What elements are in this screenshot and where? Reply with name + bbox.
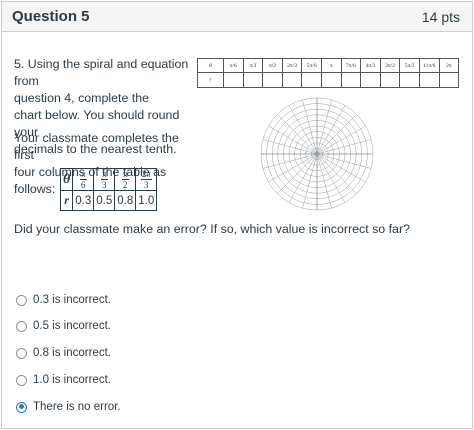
answer-option-5[interactable]: There is no error.	[16, 399, 121, 415]
polar-spoke	[316, 105, 346, 155]
polar-spoke	[316, 99, 332, 155]
chart-cell	[438, 72, 460, 88]
chart-col-header: 4π/3	[360, 58, 381, 73]
answer-label: 1.0 is incorrect.	[33, 374, 111, 386]
chart-cell	[399, 72, 420, 88]
question-header: Question 5 14 pts	[2, 2, 472, 32]
answer-label: 0.5 is incorrect.	[33, 320, 111, 332]
radio-button[interactable]	[16, 294, 27, 306]
prompt-line: question 4, complete the	[14, 91, 150, 105]
answer-label: 0.8 is incorrect.	[33, 347, 111, 359]
answer-label: 0.3 is incorrect.	[33, 294, 111, 306]
chart-cell	[262, 72, 283, 88]
chart-cell	[360, 72, 381, 88]
chart-cell	[379, 72, 401, 88]
chart-col-header: 11π/6	[418, 58, 440, 73]
polar-spoke	[288, 153, 318, 203]
chart-theta-header: θ	[197, 58, 224, 73]
question-title: Question 5	[12, 8, 90, 25]
prompt-line: Your classmate completes the first	[14, 131, 179, 162]
chart-cell	[281, 72, 303, 88]
theta-cell: π2	[114, 168, 137, 191]
chart-cell	[418, 72, 440, 88]
r-cell: 0.3	[72, 190, 95, 211]
radio-button[interactable]	[16, 374, 27, 386]
answer-option-2[interactable]: 0.5 is incorrect.	[16, 318, 111, 334]
theta-cell: π6	[72, 168, 95, 191]
chart-col-header: 5π/6	[301, 58, 322, 73]
answer-label: There is no error.	[33, 401, 121, 413]
polar-spoke	[316, 139, 372, 155]
chart-col-header: π/2	[262, 58, 283, 73]
chart-cell	[340, 72, 362, 88]
answer-option-4[interactable]: 1.0 is incorrect.	[16, 372, 111, 388]
question-text: Did your classmate make an error? If so,…	[14, 222, 410, 236]
chart-col-header: 5π/3	[399, 58, 420, 73]
polar-spoke	[268, 125, 318, 155]
prompt-line: 5. Using the spiral and equation from	[14, 57, 189, 88]
r-symbol: r	[59, 190, 74, 211]
polar-spoke	[288, 105, 318, 155]
classmate-table: θ π6 π3 π2 2π 3 r 0.3 0.5 0.8 1.0	[59, 168, 158, 211]
chart-col-header: 3π/2	[379, 58, 401, 73]
radio-button[interactable]	[16, 320, 27, 332]
polar-spoke	[316, 125, 366, 155]
chart-cell	[301, 72, 322, 88]
polar-spoke	[316, 153, 332, 209]
theta-cell: π3	[93, 168, 116, 191]
polar-grid-image	[260, 97, 374, 211]
polar-spoke	[316, 153, 346, 203]
radio-button-selected[interactable]	[16, 401, 27, 413]
polar-spoke	[262, 153, 318, 169]
chart-col-header: π	[320, 58, 342, 73]
polar-spoke	[262, 139, 318, 155]
polar-spoke	[316, 153, 372, 169]
answer-option-3[interactable]: 0.8 is incorrect.	[16, 345, 111, 361]
radio-button[interactable]	[16, 347, 27, 359]
polar-spoke	[302, 99, 318, 155]
polar-spoke	[302, 153, 318, 209]
r-cell: 1.0	[135, 190, 158, 211]
chart-col-header: 2π/3	[281, 58, 303, 73]
chart-cell	[223, 72, 244, 88]
chart-col-header: π/6	[223, 58, 244, 73]
theta-symbol: θ	[59, 168, 74, 191]
polar-spoke	[268, 153, 318, 183]
chart-col-header: 2π	[438, 58, 460, 73]
chart-cell	[320, 72, 342, 88]
chart-col-header: π/3	[242, 58, 264, 73]
chart-col-header: 7π/6	[340, 58, 362, 73]
chart-table: θ π/6 π/3 π/2 2π/3 5π/6 π 7π/6 4π/3 3π/2…	[197, 58, 460, 88]
r-cell: 0.8	[114, 190, 137, 211]
theta-cell: 2π 3	[135, 168, 158, 191]
chart-cell	[242, 72, 264, 88]
answer-option-1[interactable]: 0.3 is incorrect.	[16, 292, 111, 308]
polar-spoke	[316, 153, 366, 183]
r-cell: 0.5	[93, 190, 116, 211]
chart-r-header: r	[197, 72, 224, 88]
question-points: 14 pts	[421, 9, 460, 25]
